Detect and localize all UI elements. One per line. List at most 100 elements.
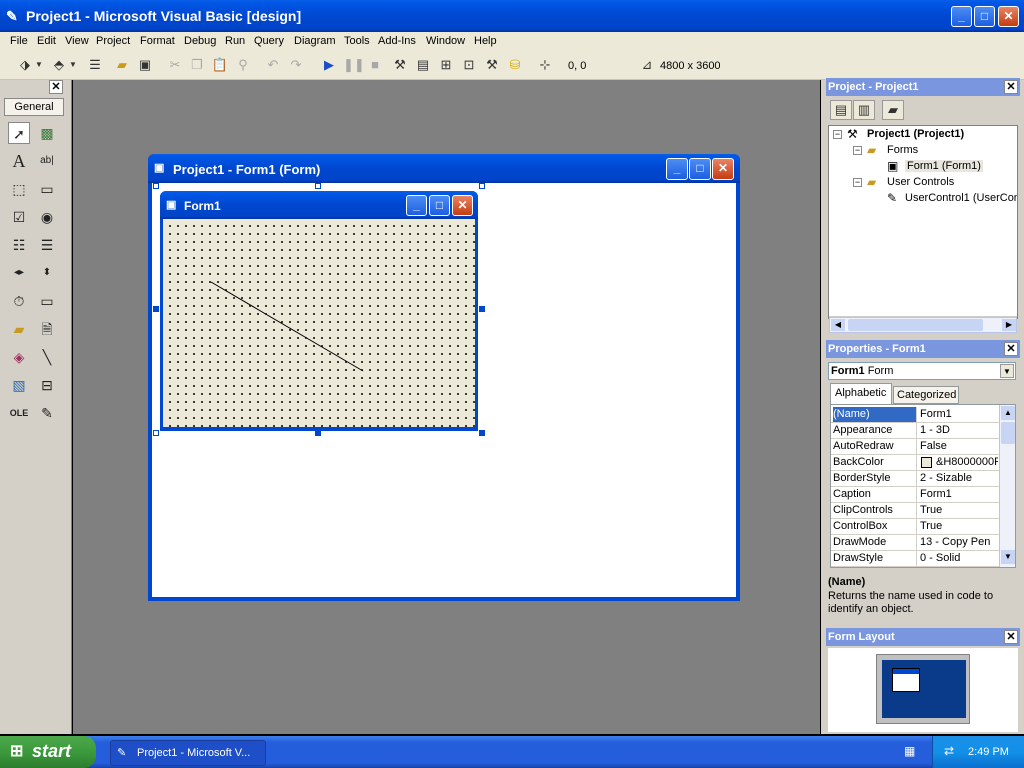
save-icon[interactable]: ▣	[136, 56, 154, 74]
property-row[interactable]: BackColor &H8000000F	[831, 455, 999, 471]
menu-query[interactable]: Query	[254, 35, 284, 47]
image-icon[interactable]: ▧	[8, 374, 30, 396]
ole-icon[interactable]: OLE	[8, 402, 30, 424]
network-tray-icon[interactable]: ⇄	[944, 744, 960, 760]
view-object-icon[interactable]: ▥	[853, 100, 875, 120]
form1-title-bar[interactable]: ▣ Form1 _ □ ✕	[160, 191, 478, 219]
tree-root[interactable]: Project1 (Project1)	[867, 128, 964, 140]
form1-minimize-button[interactable]: _	[406, 195, 427, 216]
tree-controls-folder[interactable]: User Controls	[887, 176, 954, 188]
property-value[interactable]: 13 - Copy Pen	[920, 535, 998, 550]
object-selector[interactable]: Form1 Form ▼	[828, 362, 1016, 380]
toolbox-icon[interactable]: ⚒	[483, 56, 501, 74]
property-value[interactable]: 1 - 3D	[920, 423, 998, 438]
project-panel-header[interactable]: Project - Project1 ✕	[826, 78, 1020, 96]
property-value[interactable]: True	[920, 519, 998, 534]
undo-icon[interactable]: ↶	[264, 56, 282, 74]
taskbar-task-button[interactable]: ✎ Project1 - Microsoft V...	[110, 740, 266, 766]
tab-alphabetic[interactable]: Alphabetic	[830, 383, 892, 404]
project-close-button[interactable]: ✕	[1004, 80, 1018, 94]
property-row[interactable]: BorderStyle 2 - Sizable	[831, 471, 999, 487]
form1-design-grid[interactable]	[163, 219, 475, 427]
start-button[interactable]: ⊞ start	[0, 736, 96, 768]
sizing-handle[interactable]	[479, 183, 485, 189]
property-value[interactable]: Form1	[920, 407, 998, 422]
menu-view[interactable]: View	[65, 35, 89, 47]
line-icon[interactable]: ╲	[36, 346, 58, 368]
start-icon[interactable]: ▶	[320, 56, 338, 74]
property-row[interactable]: DrawStyle 0 - Solid	[831, 551, 999, 567]
label-icon[interactable]: A	[8, 150, 30, 172]
line-control[interactable]	[163, 219, 475, 427]
frame-icon[interactable]: ⬚	[8, 178, 30, 200]
sizing-handle[interactable]	[153, 306, 159, 312]
properties-close-button[interactable]: ✕	[1004, 342, 1018, 356]
sizing-handle[interactable]	[479, 306, 485, 312]
cut-icon[interactable]: ✂	[166, 56, 184, 74]
menu-debug[interactable]: Debug	[184, 35, 216, 47]
toolbox-close-button[interactable]: ✕	[49, 80, 63, 94]
checkbox-icon[interactable]: ☑	[8, 206, 30, 228]
chevron-down-icon[interactable]: ▼	[1000, 364, 1014, 378]
menu-run[interactable]: Run	[225, 35, 245, 47]
commandbutton-icon[interactable]: ▭	[36, 178, 58, 200]
property-value[interactable]: True	[920, 503, 998, 518]
sizing-handle[interactable]	[479, 430, 485, 436]
picturebox-icon[interactable]: ▩	[36, 122, 58, 144]
designer-minimize-button[interactable]: _	[666, 158, 688, 180]
property-row[interactable]: ControlBox True	[831, 519, 999, 535]
property-row[interactable]: Appearance 1 - 3D	[831, 423, 999, 439]
data-icon[interactable]: ⊟	[36, 374, 58, 396]
pointer-icon[interactable]: ➚	[8, 122, 30, 144]
property-row[interactable]: ClipControls True	[831, 503, 999, 519]
property-vscrollbar[interactable]: ▲ ▼	[999, 405, 1015, 567]
project-hscrollbar[interactable]: ◀ ▶	[829, 317, 1017, 333]
object-browser-icon[interactable]: ⊡	[460, 56, 478, 74]
form1-close-button[interactable]: ✕	[452, 195, 473, 216]
copy-icon[interactable]: ❐	[188, 56, 206, 74]
menu-edit[interactable]: Edit	[37, 35, 56, 47]
scroll-left-icon[interactable]: ◀	[831, 319, 845, 331]
designer-maximize-button[interactable]: □	[689, 158, 711, 180]
sizing-handle[interactable]	[153, 183, 159, 189]
toolbox-tab-general[interactable]: General	[4, 98, 64, 116]
vscrollbar-icon[interactable]: ⬍	[36, 262, 58, 284]
combobox-icon[interactable]: ☷	[8, 234, 30, 256]
add-form-icon[interactable]: ⬘	[50, 56, 68, 74]
menu-help[interactable]: Help	[474, 35, 497, 47]
scroll-down-icon[interactable]: ▼	[1001, 550, 1015, 564]
designer-title-bar[interactable]: ▣ Project1 - Form1 (Form) _ □ ✕	[148, 154, 740, 183]
filelistbox-icon[interactable]: 🗎	[36, 318, 58, 340]
open-folder-icon[interactable]: ▰	[113, 56, 131, 74]
property-row[interactable]: DrawMode 13 - Copy Pen	[831, 535, 999, 551]
hscrollbar-icon[interactable]: ◂▸	[8, 262, 30, 284]
optionbutton-icon[interactable]: ◉	[36, 206, 58, 228]
form1-maximize-button[interactable]: □	[429, 195, 450, 216]
main-title-bar[interactable]: ✎ Project1 - Microsoft Visual Basic [des…	[0, 0, 1024, 32]
form-position-preview[interactable]	[892, 668, 920, 692]
tab-categorized[interactable]: Categorized	[893, 386, 959, 404]
tree-collapse-icon[interactable]: −	[853, 146, 862, 155]
paste-icon[interactable]: 📋	[211, 56, 229, 74]
property-value[interactable]: Form1	[920, 487, 998, 502]
property-row[interactable]: AutoRedraw False	[831, 439, 999, 455]
property-value[interactable]: 0 - Solid	[920, 551, 998, 566]
property-value[interactable]: False	[920, 439, 998, 454]
properties-window-icon[interactable]: ▤	[414, 56, 432, 74]
menu-format[interactable]: Format	[140, 35, 175, 47]
designer-close-button[interactable]: ✕	[712, 158, 734, 180]
menu-project[interactable]: Project	[96, 35, 130, 47]
data-view-icon[interactable]: ⛁	[506, 56, 524, 74]
form1-window[interactable]: ▣ Form1 _ □ ✕	[160, 191, 478, 431]
dropdown-arrow-icon[interactable]: ▼	[68, 56, 78, 74]
form-layout-icon[interactable]: ⊞	[437, 56, 455, 74]
menu-editor-icon[interactable]: ☰	[86, 56, 104, 74]
properties-panel-header[interactable]: Properties - Form1 ✕	[826, 340, 1020, 358]
break-icon[interactable]: ❚❚	[343, 56, 365, 74]
redo-icon[interactable]: ↷	[287, 56, 305, 74]
sizing-handle[interactable]	[315, 430, 321, 436]
dirlistbox-icon[interactable]: ▰	[8, 318, 30, 340]
listbox-icon[interactable]: ☰	[36, 234, 58, 256]
tree-collapse-icon[interactable]: −	[853, 178, 862, 187]
timer-icon[interactable]: ⏱	[8, 290, 30, 312]
